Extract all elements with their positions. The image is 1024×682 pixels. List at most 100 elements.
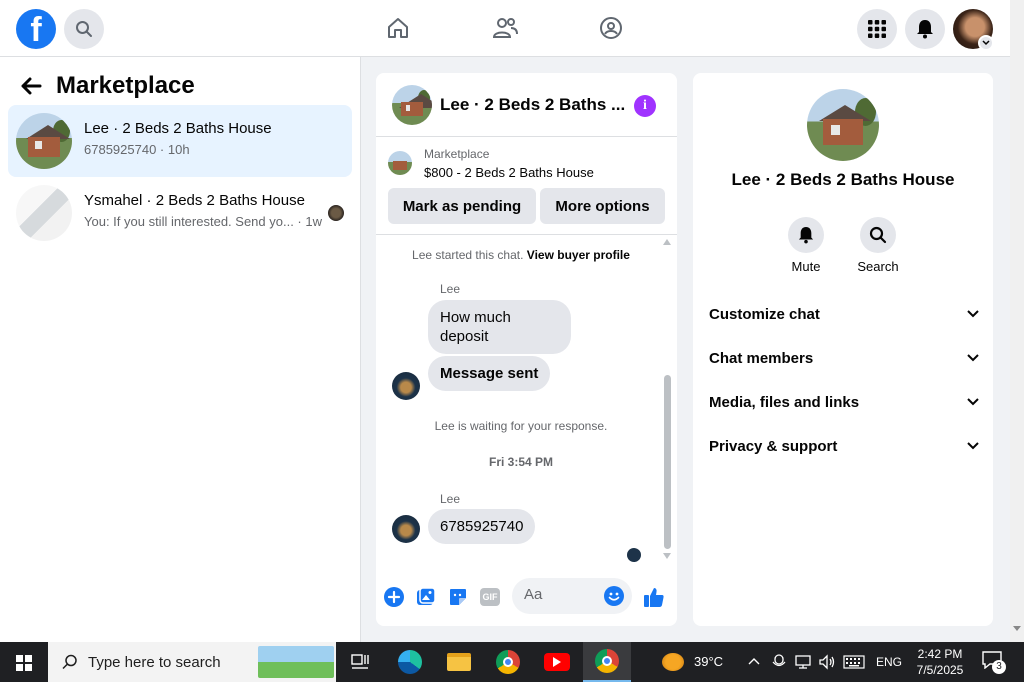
emoji-icon[interactable] bbox=[604, 586, 624, 606]
listing-thumbnail bbox=[388, 151, 412, 175]
chevron-down-icon bbox=[967, 310, 979, 318]
back-arrow-icon[interactable] bbox=[20, 77, 42, 95]
message-timestamp: Fri 3:54 PM bbox=[488, 455, 554, 469]
conversation-list-panel: Marketplace Lee · 2 Beds 2 Baths House 6… bbox=[0, 57, 361, 642]
clock-time: 2:42 PM bbox=[917, 647, 963, 661]
seen-avatar bbox=[328, 205, 344, 221]
page-title: Marketplace bbox=[56, 72, 195, 99]
sender-name: Lee bbox=[440, 282, 461, 296]
taskbar-search-placeholder: Type here to search bbox=[88, 654, 221, 671]
listing-photo[interactable] bbox=[807, 89, 879, 161]
chat-thumbnail[interactable] bbox=[392, 85, 432, 125]
marketplace-label: Marketplace bbox=[424, 147, 490, 161]
notifications-button[interactable] bbox=[905, 9, 945, 49]
search-highlight-image bbox=[258, 646, 334, 678]
like-button[interactable] bbox=[643, 586, 665, 608]
scrollbar-thumb[interactable] bbox=[664, 375, 671, 549]
search-in-chat-button[interactable]: Search bbox=[848, 217, 908, 274]
chat-header: Lee · 2 Beds 2 Baths ... i bbox=[376, 73, 677, 137]
edge-app[interactable] bbox=[386, 642, 434, 682]
friends-tab[interactable] bbox=[491, 14, 519, 42]
notification-center-button[interactable]: 3 bbox=[982, 651, 1006, 674]
more-options-button[interactable]: More options bbox=[540, 188, 665, 224]
conversation-name: Lee · 2 Beds 2 Baths House bbox=[84, 120, 272, 137]
message-input[interactable] bbox=[524, 586, 594, 603]
home-tab[interactable] bbox=[384, 14, 412, 42]
meet-now-icon[interactable] bbox=[772, 654, 786, 670]
gif-icon: GIF bbox=[480, 588, 500, 606]
conversation-item[interactable]: Lee · 2 Beds 2 Baths House 6785925740 · … bbox=[8, 105, 352, 177]
facebook-logo[interactable]: f bbox=[16, 9, 56, 49]
message-bubble[interactable]: Message sent bbox=[428, 356, 551, 391]
listing-price[interactable]: $800 - 2 Beds 2 Baths House bbox=[424, 165, 594, 180]
menu-button[interactable] bbox=[857, 9, 897, 49]
listing-thumbnail bbox=[16, 113, 72, 169]
chrome-profile-app[interactable] bbox=[583, 642, 631, 682]
weather-icon bbox=[662, 653, 684, 671]
conversation-name: Ysmahel · 2 Beds 2 Baths House bbox=[84, 192, 305, 209]
windows-start-icon[interactable] bbox=[16, 655, 32, 671]
waiting-notice: Lee is waiting for your response. bbox=[434, 419, 608, 433]
privacy-support-section[interactable]: Privacy & support bbox=[709, 426, 979, 466]
clock-date: 7/5/2025 bbox=[916, 663, 964, 677]
logo-glyph: f bbox=[30, 11, 42, 49]
message-bubble[interactable]: 6785925740 bbox=[428, 509, 536, 544]
customize-chat-section[interactable]: Customize chat bbox=[709, 294, 979, 334]
section-label: Privacy & support bbox=[709, 437, 838, 455]
message-bubble[interactable]: How much deposit bbox=[428, 300, 571, 354]
more-actions-button[interactable] bbox=[383, 586, 405, 608]
chat-info-panel: Lee · 2 Beds 2 Baths House Mute Search C… bbox=[693, 73, 993, 626]
edge-icon bbox=[398, 650, 422, 674]
scroll-down-arrow-icon[interactable] bbox=[1013, 626, 1021, 631]
mark-pending-button[interactable]: Mark as pending bbox=[388, 188, 536, 224]
network-icon[interactable] bbox=[795, 654, 811, 670]
sender-avatar[interactable] bbox=[392, 515, 420, 543]
photo-icon bbox=[417, 587, 436, 605]
message-input-box[interactable] bbox=[512, 578, 632, 614]
volume-icon[interactable] bbox=[818, 654, 836, 670]
windows-taskbar: Type here to search 39°C ENG 2:42 PM 7/5… bbox=[0, 642, 1024, 682]
gif-button[interactable]: GIF bbox=[479, 586, 501, 608]
search-button[interactable] bbox=[64, 9, 104, 49]
taskbar-search[interactable]: Type here to search bbox=[48, 642, 336, 682]
task-view-button[interactable] bbox=[336, 642, 384, 682]
attach-photo-button[interactable] bbox=[415, 586, 437, 608]
file-explorer-app[interactable] bbox=[435, 642, 483, 682]
weather-widget[interactable]: 39°C bbox=[662, 650, 732, 674]
sticker-icon bbox=[450, 589, 466, 605]
taskbar-clock[interactable]: 2:42 PM 7/5/2025 bbox=[910, 646, 970, 678]
chat-title[interactable]: Lee · 2 Beds 2 Baths ... bbox=[440, 95, 625, 115]
keyboard-icon[interactable] bbox=[843, 655, 865, 669]
sender-name: Lee bbox=[440, 492, 461, 506]
media-files-section[interactable]: Media, files and links bbox=[709, 382, 979, 422]
sender-avatar[interactable] bbox=[392, 372, 420, 400]
mute-button[interactable]: Mute bbox=[776, 217, 836, 274]
chevron-down-icon bbox=[982, 40, 990, 46]
message-composer: GIF bbox=[376, 573, 677, 621]
chat-members-section[interactable]: Chat members bbox=[709, 338, 979, 378]
section-label: Customize chat bbox=[709, 305, 820, 323]
scroll-up-arrow-icon[interactable] bbox=[663, 239, 671, 245]
chevron-up-icon[interactable] bbox=[748, 657, 760, 665]
sticker-button[interactable] bbox=[447, 586, 469, 608]
language-indicator[interactable]: ENG bbox=[876, 655, 902, 669]
search-icon bbox=[76, 21, 92, 37]
account-menu-button[interactable] bbox=[978, 35, 994, 51]
plus-circle-icon bbox=[384, 587, 404, 607]
chrome-app[interactable] bbox=[484, 642, 532, 682]
youtube-app[interactable] bbox=[533, 642, 581, 682]
chat-scrollbar[interactable] bbox=[663, 239, 673, 563]
info-icon[interactable]: i bbox=[634, 95, 656, 117]
groups-tab[interactable] bbox=[597, 14, 625, 42]
task-view-icon bbox=[351, 654, 369, 669]
chat-window: Lee · 2 Beds 2 Baths ... i Marketplace $… bbox=[376, 73, 677, 626]
scroll-down-arrow-icon[interactable] bbox=[663, 553, 671, 559]
page-scrollbar[interactable] bbox=[1010, 0, 1024, 642]
bell-icon bbox=[798, 227, 814, 244]
conversation-preview: You: If you still interested. Send yo...… bbox=[84, 214, 322, 229]
menu-grid-icon bbox=[868, 20, 886, 38]
mute-label: Mute bbox=[791, 259, 821, 274]
view-buyer-profile-link[interactable]: View buyer profile bbox=[527, 248, 630, 262]
thumbs-up-icon bbox=[644, 588, 664, 607]
conversation-item[interactable]: Ysmahel · 2 Beds 2 Baths House You: If y… bbox=[8, 177, 352, 249]
